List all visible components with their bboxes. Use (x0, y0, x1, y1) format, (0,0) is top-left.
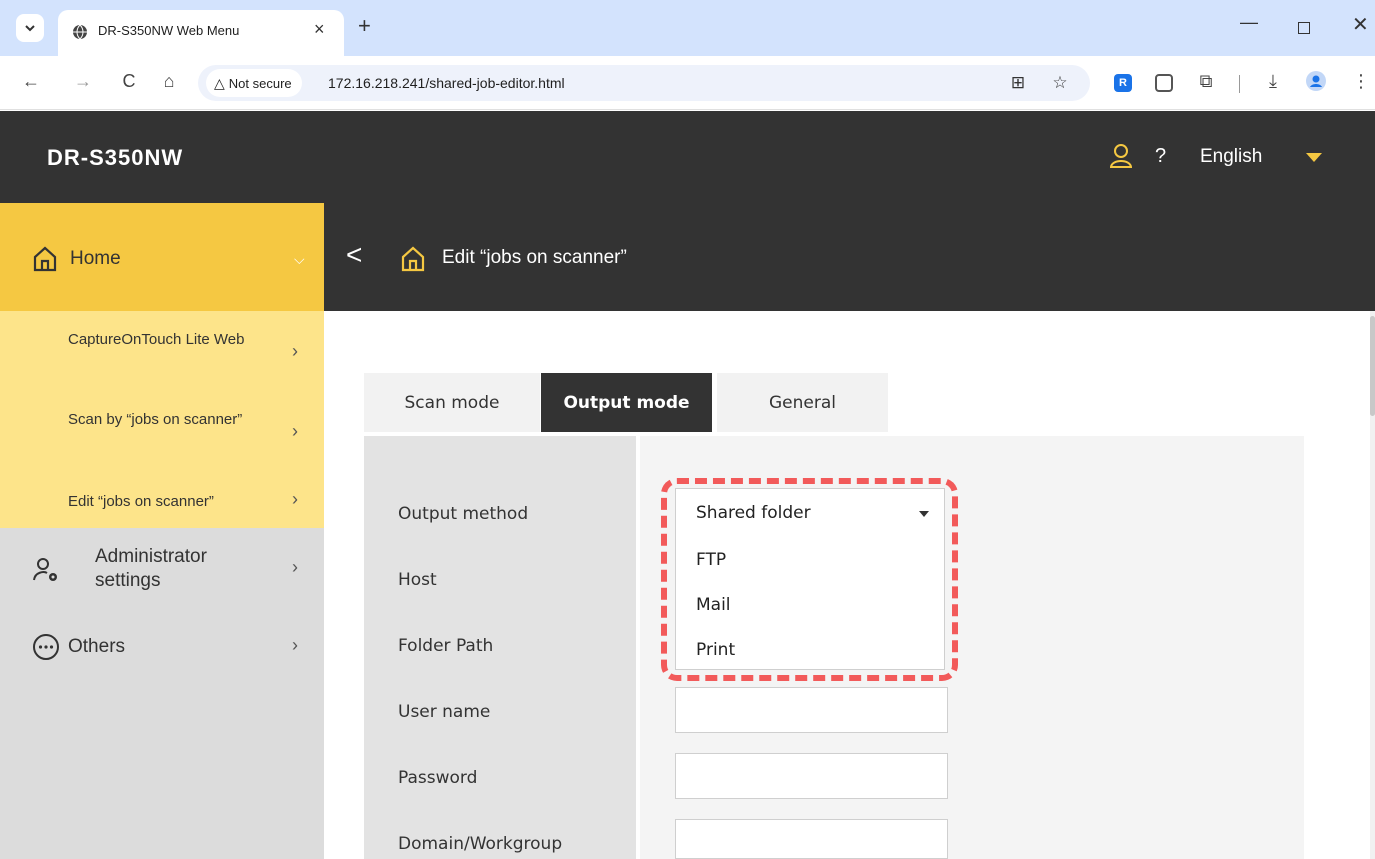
translate-icon[interactable]: ⊞ (1008, 73, 1028, 93)
security-badge[interactable]: △ Not secure (206, 69, 302, 97)
reload-icon[interactable]: C (118, 70, 140, 92)
minimize-button[interactable]: — (1240, 12, 1258, 33)
menu-kebab-icon[interactable]: ⋮ (1350, 70, 1372, 92)
tab-general[interactable]: General (717, 373, 888, 432)
sidebar-item-scan-by-jobs[interactable]: Scan by “jobs on scanner” (68, 409, 268, 431)
password-field[interactable] (675, 753, 948, 799)
new-tab-button[interactable]: + (358, 13, 371, 39)
help-button[interactable]: ? (1155, 145, 1166, 168)
highlight-annotation (661, 478, 958, 681)
domain-workgroup-label: Domain/Workgroup (398, 834, 563, 854)
back-button[interactable]: < (346, 239, 362, 271)
page-header: < Edit “jobs on scanner” (324, 203, 1375, 311)
chevron-right-icon: › (292, 557, 298, 577)
window-close-button[interactable]: ✕ (1352, 12, 1369, 37)
address-bar[interactable]: △ Not secure 172.16.218.241/shared-job-e… (198, 65, 1090, 101)
scrollbar-thumb[interactable] (1370, 316, 1375, 416)
extensions-puzzle-icon[interactable]: ⧉ (1195, 70, 1217, 92)
chevron-right-icon: › (292, 421, 298, 441)
user-name-label: User name (398, 702, 491, 722)
sidebar-item-admin-settings[interactable]: Administrator settings (95, 545, 245, 593)
output-method-label: Output method (398, 504, 529, 524)
caret-down-icon[interactable] (1306, 153, 1322, 162)
toolbar-separator (1239, 75, 1240, 93)
extension-r-icon[interactable]: R (1114, 74, 1132, 92)
more-icon (33, 634, 59, 660)
home-icon (401, 246, 425, 272)
home-icon (33, 246, 57, 272)
sidebar-item-label: Home (70, 248, 121, 269)
chevron-right-icon: › (292, 489, 298, 509)
tab-close-button[interactable]: × (314, 19, 325, 40)
sidebar-item-others[interactable]: Others (68, 635, 125, 659)
sidebar-item-captureontouch[interactable]: CaptureOnTouch Lite Web (68, 329, 268, 351)
user-icon[interactable] (1110, 144, 1132, 168)
language-select[interactable]: English (1200, 146, 1262, 168)
tab-output-mode[interactable]: Output mode (541, 373, 712, 432)
url-text[interactable]: 172.16.218.241/shared-job-editor.html (328, 75, 565, 91)
chevron-right-icon: › (292, 635, 298, 655)
browser-home-icon[interactable]: ⌂ (158, 70, 180, 92)
download-icon[interactable]: ⤓ (1262, 70, 1284, 92)
sidebar-submenu: CaptureOnTouch Lite Web › Scan by “jobs … (0, 311, 324, 528)
globe-icon (73, 24, 87, 40)
profile-icon[interactable] (1305, 70, 1327, 92)
browser-tab[interactable]: DR-S350NW Web Menu × (58, 10, 344, 56)
password-label: Password (398, 768, 478, 788)
tab-scan-mode[interactable]: Scan mode (364, 373, 540, 432)
user-name-field[interactable] (675, 687, 948, 733)
chevron-down-icon (25, 25, 35, 32)
chevron-right-icon: › (292, 341, 298, 361)
maximize-button[interactable] (1298, 22, 1310, 34)
brand-title: DR-S350NW (47, 145, 184, 170)
tab-search-button[interactable] (16, 14, 44, 42)
bookmark-star-icon[interactable]: ☆ (1050, 73, 1070, 93)
warning-icon: △ (214, 74, 225, 91)
page-title: Edit “jobs on scanner” (442, 247, 627, 268)
folder-path-label: Folder Path (398, 636, 494, 656)
extension-chat-icon[interactable] (1155, 74, 1173, 92)
sidebar: Home ⌵ CaptureOnTouch Lite Web › Scan by… (0, 203, 324, 859)
domain-workgroup-field[interactable] (675, 819, 948, 859)
sidebar-item-edit-jobs[interactable]: Edit “jobs on scanner” (68, 491, 288, 513)
browser-toolbar: ← → C ⌂ △ Not secure 172.16.218.241/shar… (0, 56, 1375, 110)
forward-arrow-icon[interactable]: → (72, 70, 94, 92)
tab-title: DR-S350NW Web Menu (98, 23, 240, 38)
not-secure-label: Not secure (228, 75, 292, 91)
sidebar-item-home[interactable]: Home ⌵ (0, 203, 324, 311)
host-label: Host (398, 570, 437, 590)
browser-tabstrip: DR-S350NW Web Menu × + — ✕ (0, 0, 1375, 56)
admin-settings-icon (33, 558, 57, 581)
back-arrow-icon[interactable]: ← (20, 70, 42, 92)
app-header: DR-S350NW ? English (0, 111, 1375, 203)
chevron-down-icon: ⌵ (294, 251, 305, 267)
